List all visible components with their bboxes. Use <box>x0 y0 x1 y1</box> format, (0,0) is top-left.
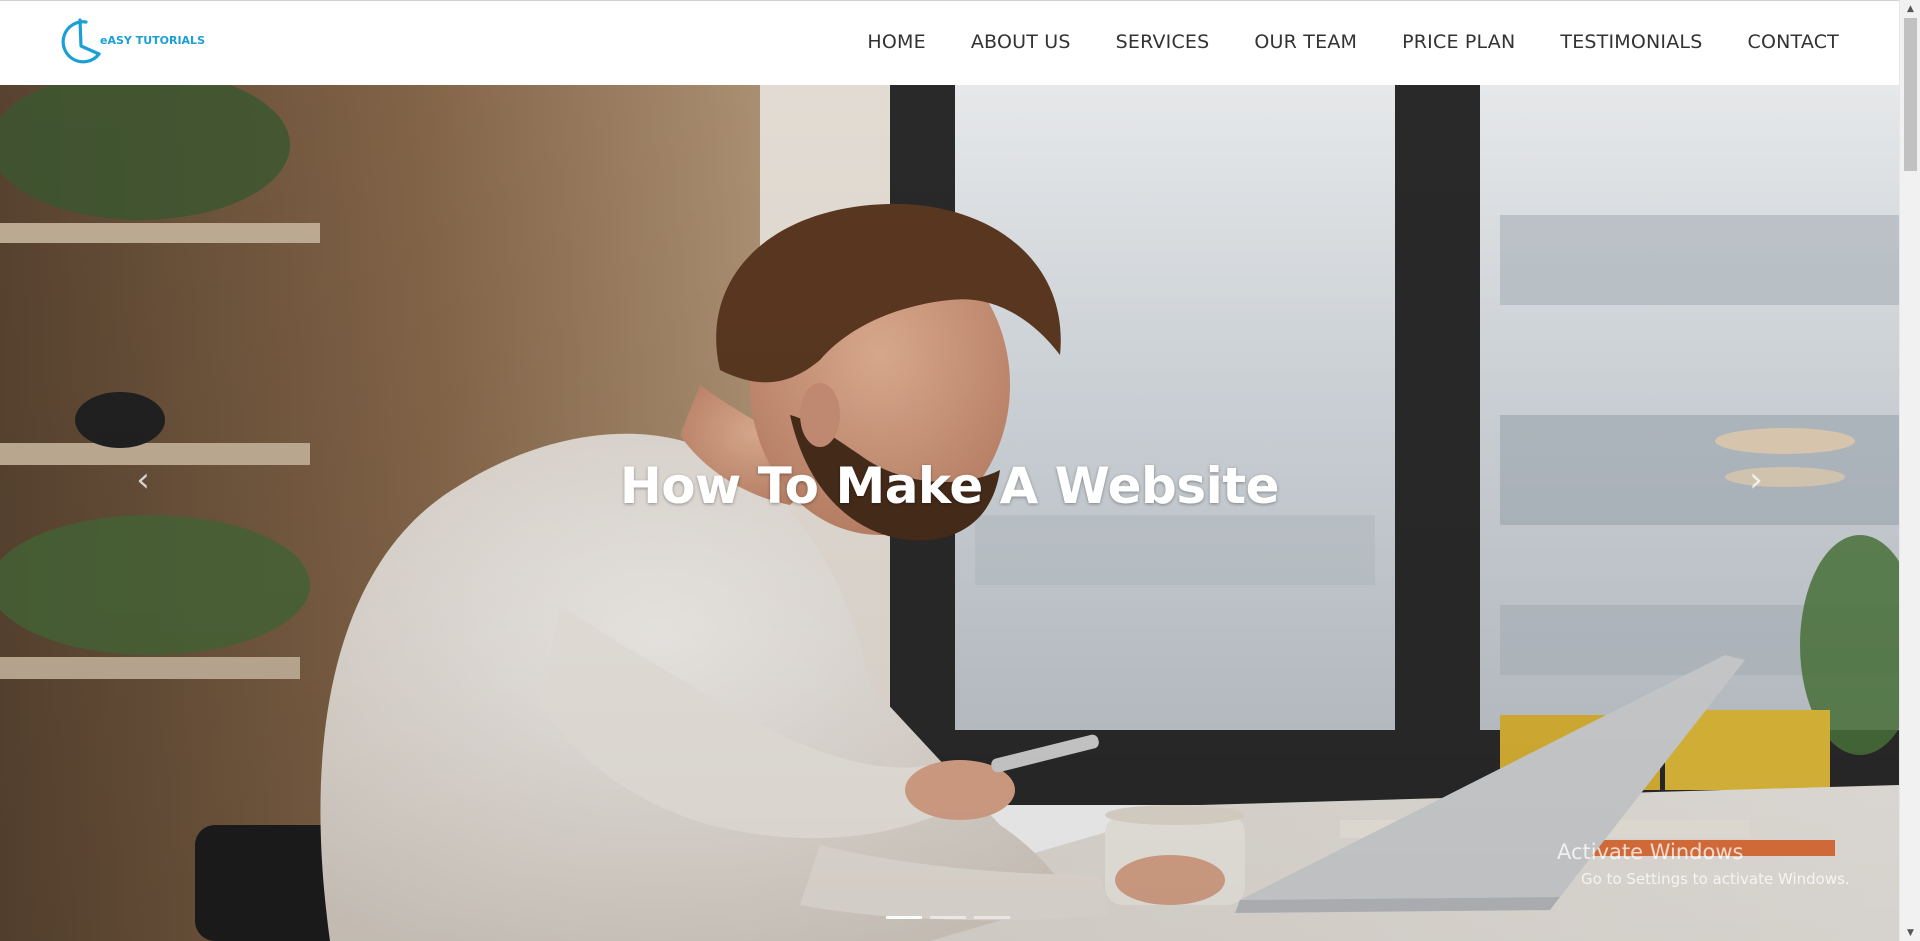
nav-item-testimonials[interactable]: TESTIMONIALS <box>1560 31 1702 53</box>
scrollbar-thumb[interactable] <box>1904 18 1917 171</box>
site-logo[interactable]: eASY TUTORIALS <box>56 16 205 68</box>
hero-carousel: ‹ › How To Make A Website Activate Windo… <box>0 85 1899 941</box>
nav-item-services[interactable]: SERVICES <box>1116 31 1210 53</box>
carousel-indicator-1[interactable] <box>886 916 922 919</box>
carousel-indicators <box>886 916 1010 919</box>
page-scrollbar[interactable]: ▲ ▼ <box>1899 0 1920 941</box>
hero-caption: How To Make A Website <box>619 457 1280 515</box>
nav-item-our-team[interactable]: OUR TEAM <box>1254 31 1357 53</box>
nav-item-about-us[interactable]: ABOUT US <box>971 31 1071 53</box>
nav-item-price-plan[interactable]: PRICE PLAN <box>1402 31 1515 53</box>
carousel-indicator-2[interactable] <box>930 916 966 919</box>
main-nav: HOME ABOUT US SERVICES OUR TEAM PRICE PL… <box>822 31 1839 53</box>
watermark-title: Activate Windows <box>1557 840 1744 864</box>
watermark-subtitle: Go to Settings to activate Windows. <box>1581 870 1850 888</box>
navbar: eASY TUTORIALS HOME ABOUT US SERVICES OU… <box>0 0 1899 85</box>
carousel-indicator-3[interactable] <box>974 916 1010 919</box>
nav-item-home[interactable]: HOME <box>867 31 925 53</box>
windows-activation-watermark: Activate Windows Go to Settings to activ… <box>1557 840 1850 888</box>
logo-text: eASY TUTORIALS <box>100 34 205 47</box>
scroll-up-arrow-icon[interactable]: ▲ <box>1900 0 1920 17</box>
scroll-down-arrow-icon[interactable]: ▼ <box>1900 924 1920 941</box>
logo-mark-icon <box>61 18 101 64</box>
nav-item-contact[interactable]: CONTACT <box>1747 31 1839 53</box>
